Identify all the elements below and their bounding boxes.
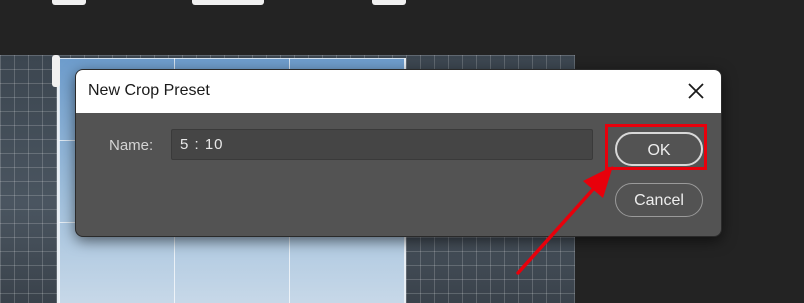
app-window: New Crop Preset Name: OK Cancel bbox=[0, 0, 804, 303]
name-input[interactable] bbox=[171, 129, 593, 160]
crop-handle-left[interactable] bbox=[52, 55, 60, 87]
cancel-button[interactable]: Cancel bbox=[615, 183, 703, 217]
name-label: Name: bbox=[109, 137, 154, 154]
crop-handle-top-center[interactable] bbox=[192, 0, 264, 5]
crop-handle-top-left[interactable] bbox=[52, 0, 86, 5]
dialog-title: New Crop Preset bbox=[88, 82, 210, 99]
crop-handle-top-right[interactable] bbox=[372, 0, 406, 5]
annotation-highlight-box bbox=[605, 124, 707, 170]
dialog-titlebar: New Crop Preset bbox=[76, 70, 721, 113]
close-button[interactable] bbox=[683, 78, 709, 104]
close-icon bbox=[688, 83, 704, 99]
